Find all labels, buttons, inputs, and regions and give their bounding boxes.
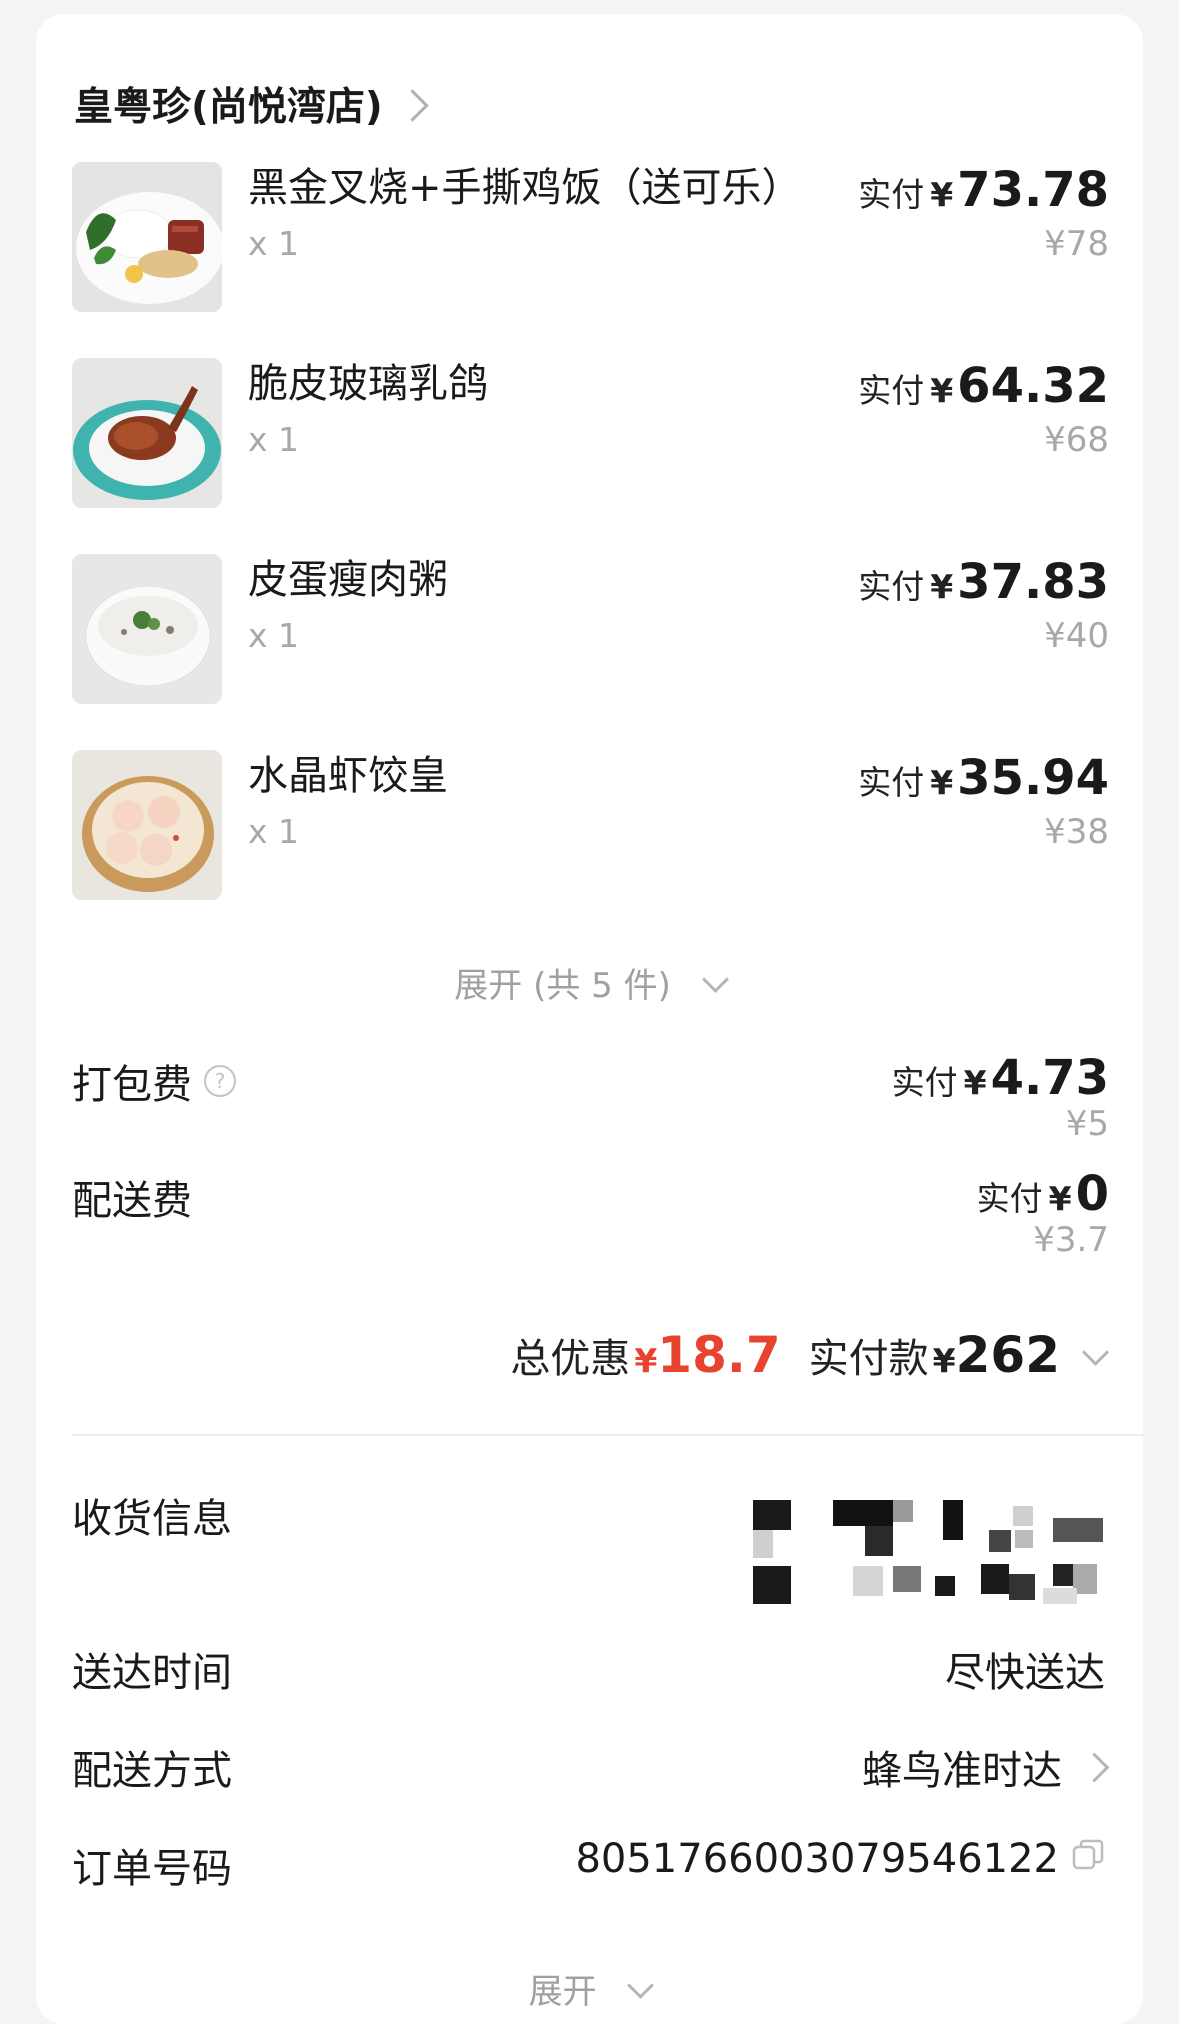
paid-label: 实付 (858, 763, 925, 802)
total-paid-label: 实付款 (808, 1336, 929, 1382)
order-detail-card: 皇粤珍(尚悦湾店) 黑金叉烧+手撕鸡饭（送可乐） x 1 实付 ¥ 73.78 (36, 14, 1143, 2024)
item-paid-price: 实付 ¥ 64.32 (858, 358, 1109, 414)
paid-amount: 4.73 (990, 1050, 1109, 1106)
list-item[interactable]: 脆皮玻璃乳鸽 x 1 实付 ¥ 64.32 ¥68 (72, 358, 1143, 518)
delivery-time-label: 送达时间 (72, 1650, 232, 1696)
order-number-label: 订单号码 (72, 1846, 232, 1892)
item-original-price: ¥68 (1044, 420, 1109, 460)
item-image-congee-bowl (72, 554, 222, 704)
delivery-fee-original: ¥3.7 (1033, 1220, 1109, 1260)
delivery-method-value[interactable]: 蜂鸟准时达 (862, 1738, 1110, 1796)
expand-details-button[interactable]: 展开 (36, 1964, 1143, 2013)
item-quantity: x 1 (248, 420, 300, 459)
paid-amount: 37.83 (957, 554, 1109, 610)
paid-amount: 35.94 (957, 750, 1109, 806)
item-image-rice-plate (72, 162, 222, 312)
order-number-text: 8051766003079546122 (575, 1836, 1059, 1882)
paid-label: 实付 (976, 1179, 1043, 1218)
item-name: 皮蛋瘦肉粥 (248, 557, 448, 603)
item-original-price: ¥78 (1044, 224, 1109, 264)
paid-amount: 0 (1075, 1166, 1109, 1222)
currency-symbol: ¥ (930, 371, 954, 410)
copy-icon[interactable] (1071, 1836, 1105, 1882)
store-header[interactable]: 皇粤珍(尚悦湾店) (74, 64, 429, 144)
delivery-fee-paid: 实付 ¥ 0 (977, 1166, 1109, 1222)
currency-symbol: ¥ (634, 1341, 658, 1380)
chevron-right-icon (1079, 1752, 1110, 1782)
receiver-info-pixelated (753, 1500, 1113, 1610)
item-name: 脆皮玻璃乳鸽 (248, 361, 488, 407)
paid-amount: 64.32 (957, 358, 1109, 414)
item-image-shrimp-dumplings (72, 750, 222, 900)
currency-symbol: ¥ (1048, 1179, 1072, 1218)
delivery-fee-text: 配送费 (72, 1178, 192, 1224)
item-quantity: x 1 (248, 812, 300, 851)
currency-symbol: ¥ (930, 567, 954, 606)
item-paid-price: 实付 ¥ 37.83 (858, 554, 1109, 610)
currency-symbol: ¥ (930, 763, 954, 802)
item-original-price: ¥38 (1044, 812, 1109, 852)
delivery-time-text: 尽快送达 (945, 1650, 1105, 1696)
chevron-down-icon (701, 966, 729, 993)
list-item[interactable]: 水晶虾饺皇 x 1 实付 ¥ 35.94 ¥38 (72, 750, 1143, 910)
item-paid-price: 实付 ¥ 35.94 (858, 750, 1109, 806)
total-discount-label: 总优惠 (510, 1336, 631, 1382)
item-quantity: x 1 (248, 616, 300, 655)
list-item[interactable]: 黑金叉烧+手撕鸡饭（送可乐） x 1 实付 ¥ 73.78 ¥78 (72, 162, 1143, 322)
currency-symbol: ¥ (932, 1341, 956, 1380)
paid-amount: 73.78 (957, 162, 1109, 218)
total-discount-amount: 18.7 (657, 1326, 781, 1384)
item-original-price: ¥40 (1044, 616, 1109, 656)
paid-label: 实付 (858, 175, 925, 214)
packing-fee-text: 打包费 (72, 1062, 192, 1108)
packing-fee-original: ¥5 (1065, 1104, 1109, 1144)
divider (72, 1434, 1143, 1436)
delivery-time-value: 尽快送达 (945, 1640, 1105, 1698)
order-number-value: 8051766003079546122 (575, 1836, 1105, 1882)
chevron-right-icon (395, 88, 429, 122)
paid-label: 实付 (858, 567, 925, 606)
total-paid-amount: 262 (955, 1326, 1060, 1384)
packing-fee-paid: 实付 ¥ 4.73 (892, 1050, 1109, 1106)
chevron-down-icon (1082, 1339, 1109, 1366)
delivery-fee-label: 配送费 (72, 1168, 192, 1226)
currency-symbol: ¥ (963, 1063, 987, 1102)
delivery-method-text: 蜂鸟准时达 (862, 1748, 1062, 1794)
item-image-roast-pigeon (72, 358, 222, 508)
expand-items-button[interactable]: 展开 (共 5 件) (36, 958, 1143, 1007)
list-item[interactable]: 皮蛋瘦肉粥 x 1 实付 ¥ 37.83 ¥40 (72, 554, 1143, 714)
item-name: 水晶虾饺皇 (248, 753, 448, 799)
expand-items-label: 展开 (共 5 件) (454, 966, 671, 1006)
paid-label: 实付 (858, 371, 925, 410)
store-name: 皇粤珍(尚悦湾店) (74, 85, 383, 130)
packing-fee-label: 打包费 ? (72, 1052, 236, 1110)
receiver-info-label: 收货信息 (72, 1496, 232, 1542)
currency-symbol: ¥ (930, 175, 954, 214)
item-paid-price: 实付 ¥ 73.78 (858, 162, 1109, 218)
delivery-method-label: 配送方式 (72, 1748, 232, 1794)
item-quantity: x 1 (248, 224, 300, 263)
order-summary[interactable]: 总优惠 ¥ 18.7 实付款 ¥ 262 (510, 1326, 1109, 1384)
expand-details-label: 展开 (528, 1972, 597, 2012)
item-name: 黑金叉烧+手撕鸡饭（送可乐） (248, 165, 802, 211)
paid-label: 实付 (891, 1063, 958, 1102)
help-icon[interactable]: ? (204, 1065, 236, 1097)
